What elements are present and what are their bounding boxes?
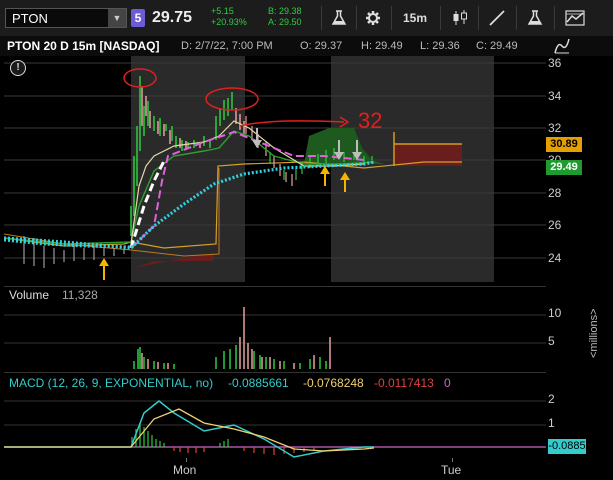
change-absolute: +5.15 — [211, 6, 234, 16]
last-price: 29.75 — [152, 9, 193, 26]
chevron-down-icon[interactable]: ▼ — [108, 9, 126, 27]
bar-date: D: 2/7/22, 7:00 PM — [181, 40, 273, 52]
price-tag-last: 29.49 — [546, 160, 582, 175]
time-label: Mon — [173, 463, 197, 477]
price-tick: 34 — [548, 89, 562, 103]
price-tag-upper: 30.89 — [546, 137, 582, 152]
macd-axis: 2 1 -0.0885 — [546, 372, 613, 458]
chart-toolbar: ▼ 5 29.75 +5.15 +20.93% B: 29.38 A: 29.5… — [0, 0, 613, 37]
volume-value: 11,328 — [62, 288, 98, 302]
price-tick: 32 — [548, 121, 562, 135]
price-tick: 28 — [548, 186, 562, 200]
price-chart-canvas: 32 — [4, 56, 546, 282]
ask-value: A: 29.50 — [268, 17, 302, 27]
extended-hours-shade — [494, 56, 546, 282]
price-tick: 36 — [548, 56, 562, 70]
gear-icon[interactable] — [362, 8, 384, 28]
timeframe-selector[interactable]: 15m — [398, 8, 432, 28]
time-axis[interactable]: Mon Tue — [0, 458, 613, 480]
toolbar-divider — [516, 6, 517, 30]
macd-diff: -0.0117413 — [374, 376, 434, 390]
symbol-selector[interactable]: ▼ — [5, 8, 127, 28]
macd-tick: 2 — [548, 392, 555, 406]
alert-info-icon[interactable]: ! — [10, 60, 26, 76]
volume-unit: <millions> — [588, 308, 600, 358]
symbol-input[interactable] — [6, 9, 114, 27]
toolbar-divider — [356, 6, 357, 30]
price-tick: 24 — [548, 251, 562, 265]
macd-name[interactable]: MACD (12, 26, 9, EXPONENTIAL, no) — [9, 376, 213, 390]
toolbar-divider — [478, 6, 479, 30]
studies-flask-icon[interactable] — [524, 8, 546, 28]
toolbar-divider — [554, 6, 555, 30]
bid-value: B: 29.38 — [268, 6, 302, 16]
candlestick-icon[interactable] — [449, 8, 471, 28]
volume-tick: 5 — [548, 334, 555, 348]
bar-open: O: 29.37 — [300, 40, 343, 52]
toolbar-divider — [391, 6, 392, 30]
chart-settings-icon[interactable] — [552, 36, 572, 56]
price-chart[interactable]: 32 — [4, 56, 546, 282]
bid-ask: B: 29.38 A: 29.50 — [268, 6, 302, 28]
link-group-badge[interactable]: 5 — [131, 9, 145, 27]
pattern-icon[interactable] — [563, 8, 587, 28]
change-percent: +20.93% — [211, 17, 247, 27]
macd-value-tag: -0.0885 — [548, 439, 586, 454]
annotation-text: 32 — [358, 108, 382, 133]
volume-name[interactable]: Volume — [9, 288, 49, 302]
bar-low: L: 29.36 — [420, 40, 460, 52]
drawing-line-icon[interactable] — [486, 8, 508, 28]
cloud-bearish — [394, 144, 462, 166]
macd-value: -0.0885661 — [228, 376, 289, 390]
macd-tick: 1 — [548, 416, 555, 430]
price-change: +5.15 +20.93% — [211, 6, 247, 28]
time-label: Tue — [441, 463, 462, 477]
bar-high: H: 29.49 — [361, 40, 403, 52]
toolbar-divider — [321, 6, 322, 30]
chart-header: PTON 20 D 15m [NASDAQ] D: 2/7/22, 7:00 P… — [0, 36, 613, 56]
toolbar-divider — [440, 6, 441, 30]
chart-title[interactable]: PTON 20 D 15m [NASDAQ] — [7, 39, 159, 53]
volume-tick: 10 — [548, 306, 562, 320]
macd-zero: 0 — [444, 376, 451, 390]
macd-avg: -0.0768248 — [303, 376, 364, 390]
flask-icon[interactable] — [328, 8, 350, 28]
price-axis[interactable]: 36 34 32 30 28 26 24 30.89 29.49 — [546, 56, 613, 282]
bar-close: C: 29.49 — [476, 40, 518, 52]
price-tick: 26 — [548, 218, 562, 232]
